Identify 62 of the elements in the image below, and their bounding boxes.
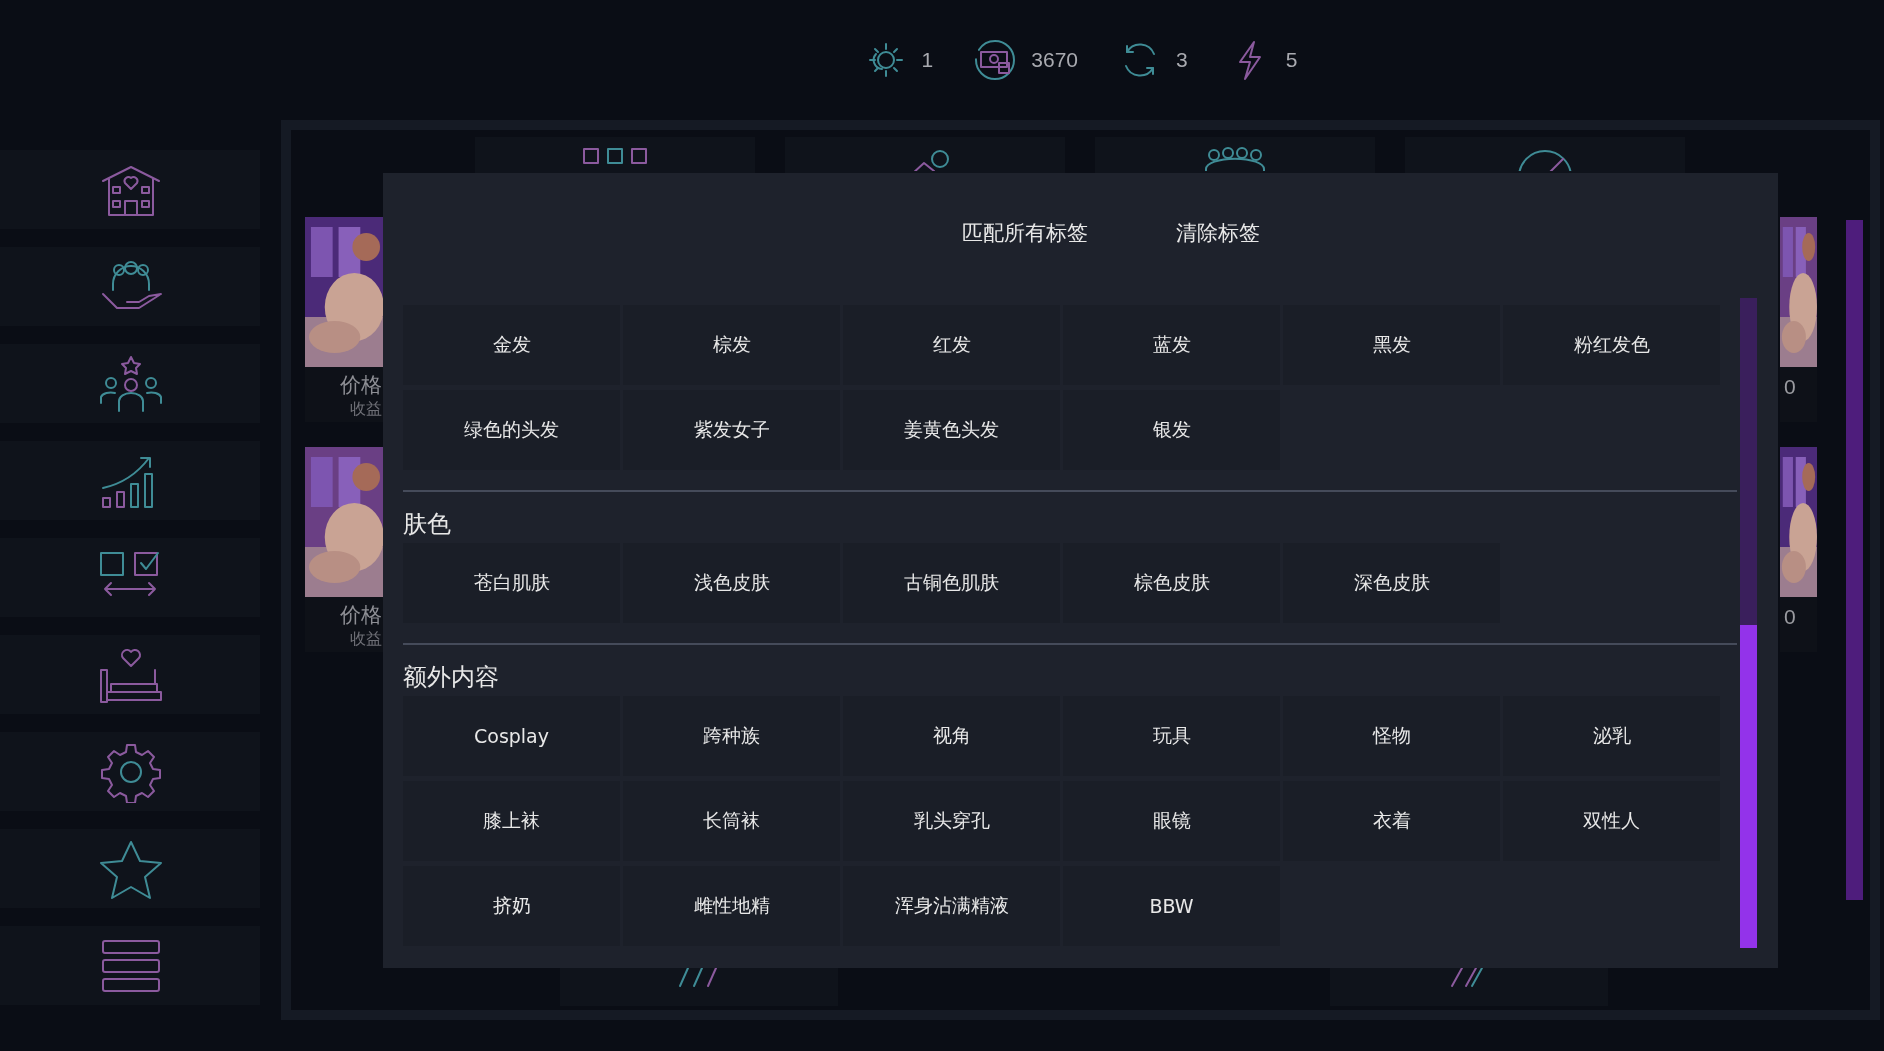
game-card[interactable]: 0 — [1780, 447, 1817, 652]
price-label: 价格 — [339, 372, 383, 399]
scrollbar[interactable] — [1740, 298, 1757, 948]
card-value: 0 — [1783, 605, 1797, 629]
stat-value: 3670 — [1031, 48, 1078, 72]
sidebar-item[interactable] — [0, 441, 260, 520]
price-label: 价格 — [339, 602, 383, 629]
tag-button[interactable]: 膝上袜 — [403, 781, 620, 861]
tag-button[interactable]: 衣着 — [1283, 781, 1500, 861]
income-label: 收益 — [349, 399, 383, 420]
tag-button[interactable]: 眼镜 — [1063, 781, 1280, 861]
tag-button[interactable]: 乳头穿孔 — [843, 781, 1060, 861]
action-button[interactable]: 清除标签 — [1155, 213, 1280, 253]
tag-button[interactable]: 浅色皮肤 — [623, 543, 840, 623]
tag-button[interactable]: 红发 — [843, 305, 1060, 385]
stat-value: 5 — [1285, 48, 1298, 72]
money-icon — [973, 38, 1018, 82]
sidebar-item[interactable] — [0, 732, 260, 811]
tag-button[interactable]: 紫发女子 — [623, 390, 840, 470]
action-button[interactable]: 匹配所有标签 — [941, 213, 1108, 253]
tag-button[interactable]: 视角 — [843, 696, 1060, 776]
tag-button[interactable]: 粉红发色 — [1503, 305, 1720, 385]
sidebar-item[interactable] — [0, 247, 260, 326]
sidebar-item[interactable] — [0, 538, 260, 617]
tag-button[interactable]: 古铜色肌肤 — [843, 543, 1060, 623]
sidebar-item[interactable] — [0, 829, 260, 908]
card-value: 0 — [1783, 375, 1797, 399]
income-label: 收益 — [349, 629, 383, 650]
scrollbar[interactable] — [1846, 220, 1863, 900]
tag-button[interactable]: 棕色皮肤 — [1063, 543, 1280, 623]
scrollbar-thumb[interactable] — [1740, 625, 1757, 948]
tag-button[interactable]: 姜黄色头发 — [843, 390, 1060, 470]
tag-button[interactable]: Cosplay — [403, 696, 620, 776]
game-card[interactable]: 价格 收益 — [305, 447, 384, 652]
tag-button[interactable]: 长筒袜 — [623, 781, 840, 861]
section-heading: 肤色 — [403, 509, 452, 540]
tag-button[interactable]: 泌乳 — [1503, 696, 1720, 776]
tag-button[interactable]: 怪物 — [1283, 696, 1500, 776]
sidebar-item[interactable] — [0, 926, 260, 1005]
tag-button[interactable]: 黑发 — [1283, 305, 1500, 385]
tag-button[interactable]: 双性人 — [1503, 781, 1720, 861]
tag-button[interactable]: 浑身沾满精液 — [843, 866, 1060, 946]
stat-value: 1 — [921, 48, 934, 72]
stat-value: 3 — [1176, 48, 1188, 72]
tag-button[interactable]: 银发 — [1063, 390, 1280, 470]
section-heading: 额外内容 — [403, 662, 500, 693]
tag-button[interactable]: 棕发 — [623, 305, 840, 385]
tag-button[interactable]: 深色皮肤 — [1283, 543, 1500, 623]
sidebar-item[interactable] — [0, 635, 260, 714]
tag-button[interactable]: 玩具 — [1063, 696, 1280, 776]
tag-button[interactable]: BBW — [1063, 866, 1280, 946]
tag-button[interactable]: 蓝发 — [1063, 305, 1280, 385]
sidebar-item[interactable] — [0, 150, 260, 229]
game-card[interactable]: 0 — [1780, 217, 1817, 422]
tag-button[interactable]: 跨种族 — [623, 696, 840, 776]
tag-button[interactable]: 金发 — [403, 305, 620, 385]
game-card[interactable]: 价格 收益 — [305, 217, 384, 422]
sidebar-item[interactable] — [0, 344, 260, 423]
tag-button[interactable]: 苍白肌肤 — [403, 543, 620, 623]
tag-button[interactable]: 挤奶 — [403, 866, 620, 946]
tag-button[interactable]: 绿色的头发 — [403, 390, 620, 470]
tag-button[interactable]: 雌性地精 — [623, 866, 840, 946]
